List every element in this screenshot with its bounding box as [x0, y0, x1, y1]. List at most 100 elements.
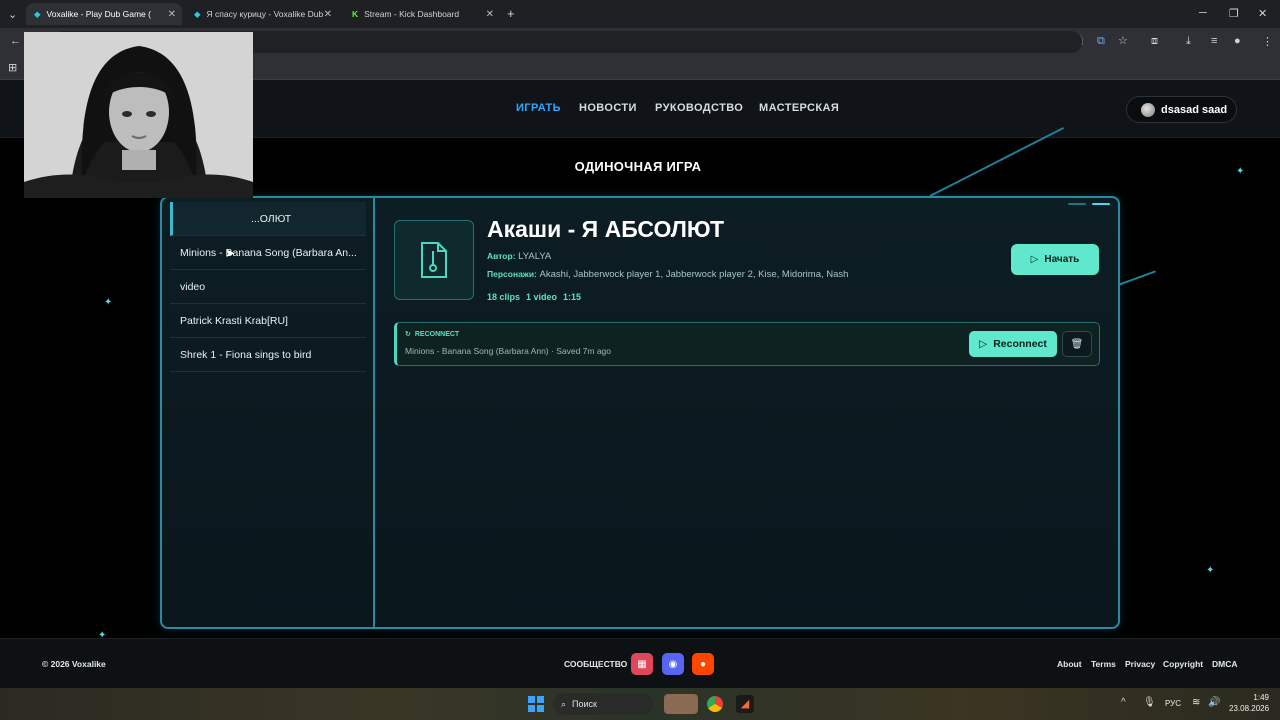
game-panel: ...ОЛЮТ Minions - Banana Song (Barbara A…	[160, 196, 1120, 629]
streamer-webcam-image	[24, 32, 253, 198]
trash-icon: 🗑	[1070, 338, 1084, 350]
reddit-icon[interactable]: ●	[692, 653, 714, 675]
taskbar-search[interactable]: ⌕ Поиск	[553, 693, 653, 715]
start-menu-icon[interactable]	[528, 696, 544, 712]
duration: 1:15	[563, 292, 582, 302]
reconnect-button-label: Reconnect	[993, 338, 1047, 350]
decorative-glow-line	[1117, 270, 1156, 286]
avatar	[1141, 102, 1155, 117]
close-tab-icon[interactable]: ✕	[168, 9, 176, 20]
reconnect-header: ↻ RECONNECT	[405, 330, 460, 339]
list-item[interactable]: Minions - Banana Song (Barbara An...	[170, 236, 366, 270]
nav-workshop[interactable]: МАСТЕРСКАЯ	[759, 102, 839, 114]
track-list: ...ОЛЮТ Minions - Banana Song (Barbara A…	[162, 198, 375, 627]
sparkle-icon: ✦	[1206, 565, 1215, 576]
tab-title: Stream - Kick Dashboard	[364, 9, 460, 19]
restore-icon[interactable]: ❐	[1229, 7, 1239, 20]
tab-voxalike-play[interactable]: ◆ Voxalike - Play Dub Game ( ✕	[26, 3, 182, 25]
footer-link-privacy[interactable]: Privacy	[1125, 659, 1155, 669]
footer-link-copyright[interactable]: Copyright	[1163, 659, 1203, 669]
list-item[interactable]: ...ОЛЮТ	[170, 202, 366, 236]
author-label: Автор:	[487, 251, 516, 261]
taskbar-app-thumbnail-icon[interactable]	[664, 694, 698, 714]
store-icon[interactable]: ▦	[631, 653, 653, 675]
game-title: Акаши - Я АБСОЛЮТ	[487, 216, 725, 242]
play-icon: ▷	[979, 338, 988, 350]
play-icon: ▷	[1030, 254, 1039, 265]
characters-line: Персонажи: Akashi, Jabberwock player 1, …	[487, 269, 848, 280]
tab-title: Я спасу курицу - Voxalike Dub	[206, 9, 324, 19]
username: dsasad saad	[1161, 103, 1228, 116]
obs-app-icon[interactable]: ◢	[736, 695, 754, 713]
start-label: Начать	[1044, 254, 1080, 265]
menu-icon[interactable]: ⋮	[1262, 35, 1273, 48]
extensions-icon[interactable]: ⧈	[1151, 35, 1158, 48]
delete-save-button[interactable]: 🗑	[1062, 331, 1092, 357]
tab-kick-dashboard[interactable]: K Stream - Kick Dashboard ✕	[344, 3, 500, 25]
kick-favicon-icon: K	[352, 9, 359, 19]
close-tab-icon[interactable]: ✕	[486, 9, 494, 20]
footer-link-terms[interactable]: Terms	[1091, 659, 1116, 669]
videos-count: 1 video	[526, 292, 558, 302]
game-stats: 18 clips 1 video 1:15	[487, 292, 581, 302]
apps-grid-icon[interactable]: ⊞	[8, 61, 17, 74]
reconnect-label: RECONNECT	[414, 330, 460, 338]
voxalike-favicon-icon: ◆	[194, 8, 201, 19]
close-tab-icon[interactable]: ✕	[324, 9, 332, 20]
close-window-icon[interactable]: ✕	[1258, 7, 1267, 20]
tab-list-icon[interactable]: ⌄	[8, 8, 17, 21]
downloads-icon[interactable]: ⤓	[1186, 35, 1191, 48]
community-label: СООБЩЕСТВО	[564, 659, 628, 669]
game-thumbnail	[394, 220, 474, 300]
language-indicator[interactable]: РУС	[1165, 699, 1181, 708]
back-icon[interactable]: ←	[10, 35, 21, 47]
footer-link-dmca[interactable]: DMCA	[1212, 659, 1238, 669]
browser-tab-bar: ⌄ ◆ Voxalike - Play Dub Game ( ✕ ◆ Я спа…	[0, 0, 1280, 28]
reconnect-subtitle: Minions - Banana Song (Barbara Ann) · Sa…	[405, 346, 612, 356]
author-line: Автор: LYALYA	[487, 251, 551, 262]
audio-file-icon	[421, 242, 447, 278]
nav-news[interactable]: НОВОСТИ	[579, 102, 637, 114]
reconnect-card: ↻ RECONNECT Minions - Banana Song (Barba…	[394, 322, 1100, 366]
list-item[interactable]: Shrek 1 - Fiona sings to bird	[170, 338, 366, 372]
new-tab-button[interactable]: +	[507, 6, 515, 21]
tab-voxalike-dub[interactable]: ◆ Я спасу курицу - Voxalike Dub ✕	[186, 3, 338, 25]
bookmark-star-icon[interactable]: ☆	[1118, 34, 1128, 47]
date: 23.08.2026	[1229, 704, 1270, 713]
copyright-text: © 2026 Voxalike	[42, 659, 106, 669]
footer-link-about[interactable]: About	[1057, 659, 1082, 669]
clock[interactable]: 1:49 23.08.2026	[1229, 692, 1269, 714]
start-button[interactable]: ▷ Начать	[1011, 244, 1099, 275]
volume-icon[interactable]: 🔊	[1208, 697, 1220, 708]
reconnect-button[interactable]: ▷ Reconnect	[969, 331, 1057, 357]
list-item[interactable]: video	[170, 270, 366, 304]
mouse-cursor-icon: ➤	[225, 246, 236, 260]
install-app-icon[interactable]: ⧉	[1097, 35, 1105, 48]
list-item[interactable]: Patrick Krasti Krab[RU]	[170, 304, 366, 338]
wifi-icon[interactable]: ≋	[1192, 697, 1200, 708]
voxalike-favicon-icon: ◆	[34, 8, 41, 19]
time: 1:49	[1253, 693, 1269, 702]
clips-count: 18 clips	[487, 292, 521, 302]
user-menu-button[interactable]: dsasad saad	[1126, 96, 1237, 123]
webcam-overlay	[24, 32, 253, 198]
search-icon: ⌕	[561, 698, 567, 709]
profile-avatar-icon[interactable]: ●	[1234, 35, 1241, 47]
sparkle-icon: ✦	[104, 297, 113, 308]
chrome-icon[interactable]	[707, 696, 723, 712]
discord-icon[interactable]: ◉	[662, 653, 684, 675]
search-label: Поиск	[572, 699, 597, 709]
nav-guide[interactable]: РУКОВОДСТВО	[655, 102, 743, 114]
refresh-icon: ↻	[405, 331, 411, 338]
nav-play[interactable]: ИГРАТЬ	[516, 102, 561, 114]
panel-corner-decoration	[1068, 203, 1086, 205]
panel-corner-decoration	[1092, 203, 1110, 205]
reading-list-icon[interactable]: ≡	[1211, 35, 1217, 47]
tray-overflow-icon[interactable]: ^	[1121, 697, 1126, 708]
tab-title: Voxalike - Play Dub Game (	[46, 9, 151, 19]
author-name: LYALYA	[518, 251, 552, 262]
characters-label: Персонажи:	[487, 269, 537, 279]
microphone-icon[interactable]: 🎙	[1143, 697, 1156, 708]
characters-list: Akashi, Jabberwock player 1, Jabberwock …	[539, 269, 849, 280]
minimize-icon[interactable]: ─	[1199, 7, 1207, 19]
